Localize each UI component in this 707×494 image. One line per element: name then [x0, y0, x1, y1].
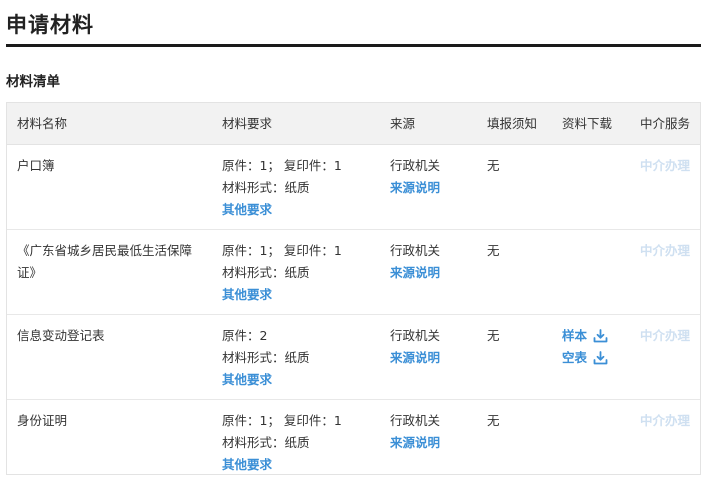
material-name: 户口簿 — [17, 158, 55, 173]
source-text: 行政机关 — [390, 413, 441, 428]
material-name: 《广东省城乡居民最低生活保障证》 — [17, 243, 193, 280]
other-requirements-link[interactable]: 其他要求 — [222, 284, 382, 306]
header-requirement: 材料要求 — [222, 116, 273, 131]
material-source: 行政机关 来源说明 — [390, 155, 470, 199]
source-note-link[interactable]: 来源说明 — [390, 347, 470, 369]
header-name: 材料名称 — [17, 116, 68, 131]
requirement-form: 材料形式：纸质 — [222, 350, 310, 365]
requirement-count: 原件：2 — [222, 328, 268, 343]
agent-service-link[interactable]: 中介办理 — [640, 328, 690, 343]
table-row: 信息变动登记表 原件：2 材料形式：纸质 其他要求 行政机关 来源说明 无 样本… — [7, 315, 700, 400]
source-note-link[interactable]: 来源说明 — [390, 262, 470, 284]
material-requirement: 原件：1； 复印件：1 材料形式：纸质 其他要求 — [222, 410, 382, 476]
agent-service-link[interactable]: 中介办理 — [640, 158, 690, 173]
download-icon — [593, 351, 608, 365]
fill-notice: 无 — [487, 328, 500, 343]
material-requirement: 原件：1； 复印件：1 材料形式：纸质 其他要求 — [222, 155, 382, 221]
table-row: 户口簿 原件：1； 复印件：1 材料形式：纸质 其他要求 行政机关 来源说明 无… — [7, 145, 700, 230]
agent-service: 中介办理 — [640, 325, 700, 347]
materials-table: 材料名称 材料要求 来源 填报须知 资料下载 中介服务 户口簿 原件：1； 复印… — [6, 102, 701, 475]
agent-service: 中介办理 — [640, 410, 700, 432]
agent-service: 中介办理 — [640, 240, 700, 262]
material-name: 信息变动登记表 — [17, 328, 105, 343]
source-note-link[interactable]: 来源说明 — [390, 177, 470, 199]
fill-notice: 无 — [487, 413, 500, 428]
agent-service: 中介办理 — [640, 155, 700, 177]
title-divider — [6, 44, 701, 47]
source-text: 行政机关 — [390, 158, 441, 173]
requirement-count: 原件：1； 复印件：1 — [222, 243, 342, 258]
download-sample-label: 样本 — [562, 328, 588, 343]
agent-service-link[interactable]: 中介办理 — [640, 243, 690, 258]
agent-service-link[interactable]: 中介办理 — [640, 413, 690, 428]
other-requirements-link[interactable]: 其他要求 — [222, 369, 382, 391]
material-source: 行政机关 来源说明 — [390, 325, 470, 369]
header-agent: 中介服务 — [640, 116, 691, 131]
other-requirements-link[interactable]: 其他要求 — [222, 199, 382, 221]
table-row: 身份证明 原件：1； 复印件：1 材料形式：纸质 其他要求 行政机关 来源说明 … — [7, 400, 700, 474]
source-text: 行政机关 — [390, 328, 441, 343]
source-text: 行政机关 — [390, 243, 441, 258]
download-sample-link[interactable]: 样本 — [562, 325, 632, 347]
download-icon — [593, 329, 608, 343]
download-blank-label: 空表 — [562, 350, 588, 365]
section-title: 材料清单 — [6, 74, 60, 90]
material-requirement: 原件：1； 复印件：1 材料形式：纸质 其他要求 — [222, 240, 382, 306]
other-requirements-link[interactable]: 其他要求 — [222, 454, 382, 476]
table-header: 材料名称 材料要求 来源 填报须知 资料下载 中介服务 — [7, 103, 700, 145]
material-source: 行政机关 来源说明 — [390, 240, 470, 284]
header-download: 资料下载 — [562, 116, 613, 131]
header-source: 来源 — [390, 116, 416, 131]
material-name: 身份证明 — [17, 413, 68, 428]
download-blank-link[interactable]: 空表 — [562, 347, 632, 369]
page-title: 申请材料 — [6, 13, 94, 37]
requirement-form: 材料形式：纸质 — [222, 265, 310, 280]
fill-notice: 无 — [487, 243, 500, 258]
material-downloads: 样本 空表 — [562, 325, 632, 369]
table-row: 《广东省城乡居民最低生活保障证》 原件：1； 复印件：1 材料形式：纸质 其他要… — [7, 230, 700, 315]
requirement-count: 原件：1； 复印件：1 — [222, 158, 342, 173]
material-requirement: 原件：2 材料形式：纸质 其他要求 — [222, 325, 382, 391]
requirement-count: 原件：1； 复印件：1 — [222, 413, 342, 428]
requirement-form: 材料形式：纸质 — [222, 180, 310, 195]
requirement-form: 材料形式：纸质 — [222, 435, 310, 450]
fill-notice: 无 — [487, 158, 500, 173]
source-note-link[interactable]: 来源说明 — [390, 432, 470, 454]
header-fill: 填报须知 — [487, 116, 538, 131]
material-source: 行政机关 来源说明 — [390, 410, 470, 454]
